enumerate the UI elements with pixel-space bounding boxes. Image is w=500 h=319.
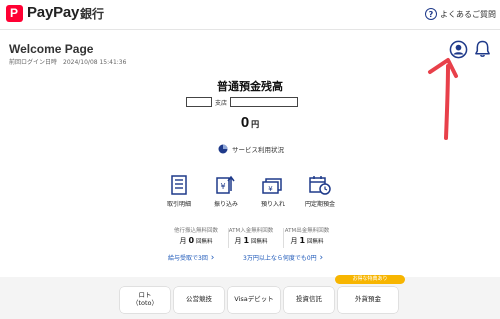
service-button-visa-debit[interactable]: Visaデビット (228, 287, 280, 313)
special-offer-badge: お得な特典あり (335, 275, 405, 284)
action-label: 振り込み (213, 201, 238, 208)
balance-unit: 円 (251, 120, 260, 129)
faq-link[interactable]: ? よくあるご質問 (425, 6, 496, 22)
transfer-icon: ¥ (216, 175, 235, 194)
fee-suffix: 回無料 (196, 239, 213, 245)
brand-name[interactable]: PayPay (27, 4, 79, 21)
paypay-logo-icon[interactable]: P (6, 5, 23, 22)
fee-suffix: 回無料 (307, 239, 324, 245)
service-usage-label: サービス利用状況 (232, 146, 284, 154)
action-label: 取引明細 (166, 201, 191, 208)
fee-title: ATM出金無料回数 (284, 228, 330, 234)
deposit-icon: ¥ (262, 178, 282, 194)
balance-amount: 0円 (0, 114, 500, 131)
header: P PayPay 銀行 ? よくあるご質問 (0, 0, 500, 30)
service-usage-link[interactable]: サービス利用状況 (218, 144, 284, 154)
fee-count: 1 (299, 236, 306, 245)
service-button-toto[interactable]: ロト （toto） (120, 287, 170, 313)
notification-bell-icon[interactable] (474, 39, 491, 59)
action-time-deposit[interactable]: 円定期預金 (297, 175, 343, 208)
fee-prefix: 月 (234, 237, 242, 245)
logo-letter: P (10, 6, 19, 20)
receipt-icon (171, 175, 187, 195)
action-transactions[interactable]: 取引明細 (156, 175, 202, 208)
pie-chart-icon (218, 144, 228, 154)
service-button-investment-trust[interactable]: 投資信託 (284, 287, 334, 313)
fee-prefix: 月 (179, 237, 187, 245)
balance-value: 0 (240, 114, 250, 131)
fee-suffix: 回無料 (251, 239, 268, 245)
brand-suffix: 銀行 (80, 7, 105, 21)
action-label: 円定期預金 (304, 201, 335, 208)
masked-branch (186, 97, 212, 107)
action-label: 預り入れ (260, 201, 285, 208)
branch-label: 支店 (215, 99, 228, 107)
faq-label: よくあるご質問 (440, 9, 496, 19)
salary-benefit-link[interactable]: 給与受取で3回 (168, 253, 214, 263)
action-transfer[interactable]: ¥ 振り込み (203, 175, 249, 208)
fee-value: 月 1 回無料 (272, 236, 342, 246)
fee-atm-withdrawal: ATM出金無料回数 月 1 回無料 (272, 226, 342, 246)
page-title: Welcome Page (9, 42, 94, 56)
last-login-text: 前回ログイン日時 2024/10/08 15:41:36 (9, 59, 127, 66)
svg-text:¥: ¥ (268, 185, 273, 193)
svg-text:¥: ¥ (220, 182, 225, 191)
service-button-public-racing[interactable]: 公営競技 (174, 287, 224, 313)
over30k-benefit-link[interactable]: 3万円以上なら何度でも0円 (243, 253, 323, 263)
service-button-foreign-currency[interactable]: 外貨預金 (338, 287, 398, 313)
balance-title: 普通預金残高 (217, 80, 283, 93)
fee-prefix: 月 (290, 237, 298, 245)
masked-account-number (230, 97, 299, 107)
fee-count: 1 (243, 236, 250, 245)
calendar-clock-icon (309, 176, 331, 195)
question-icon: ? (425, 8, 437, 20)
fee-count: 0 (188, 236, 195, 245)
account-info: 支店 (186, 96, 299, 108)
action-deposit[interactable]: ¥ 預り入れ (250, 175, 296, 208)
